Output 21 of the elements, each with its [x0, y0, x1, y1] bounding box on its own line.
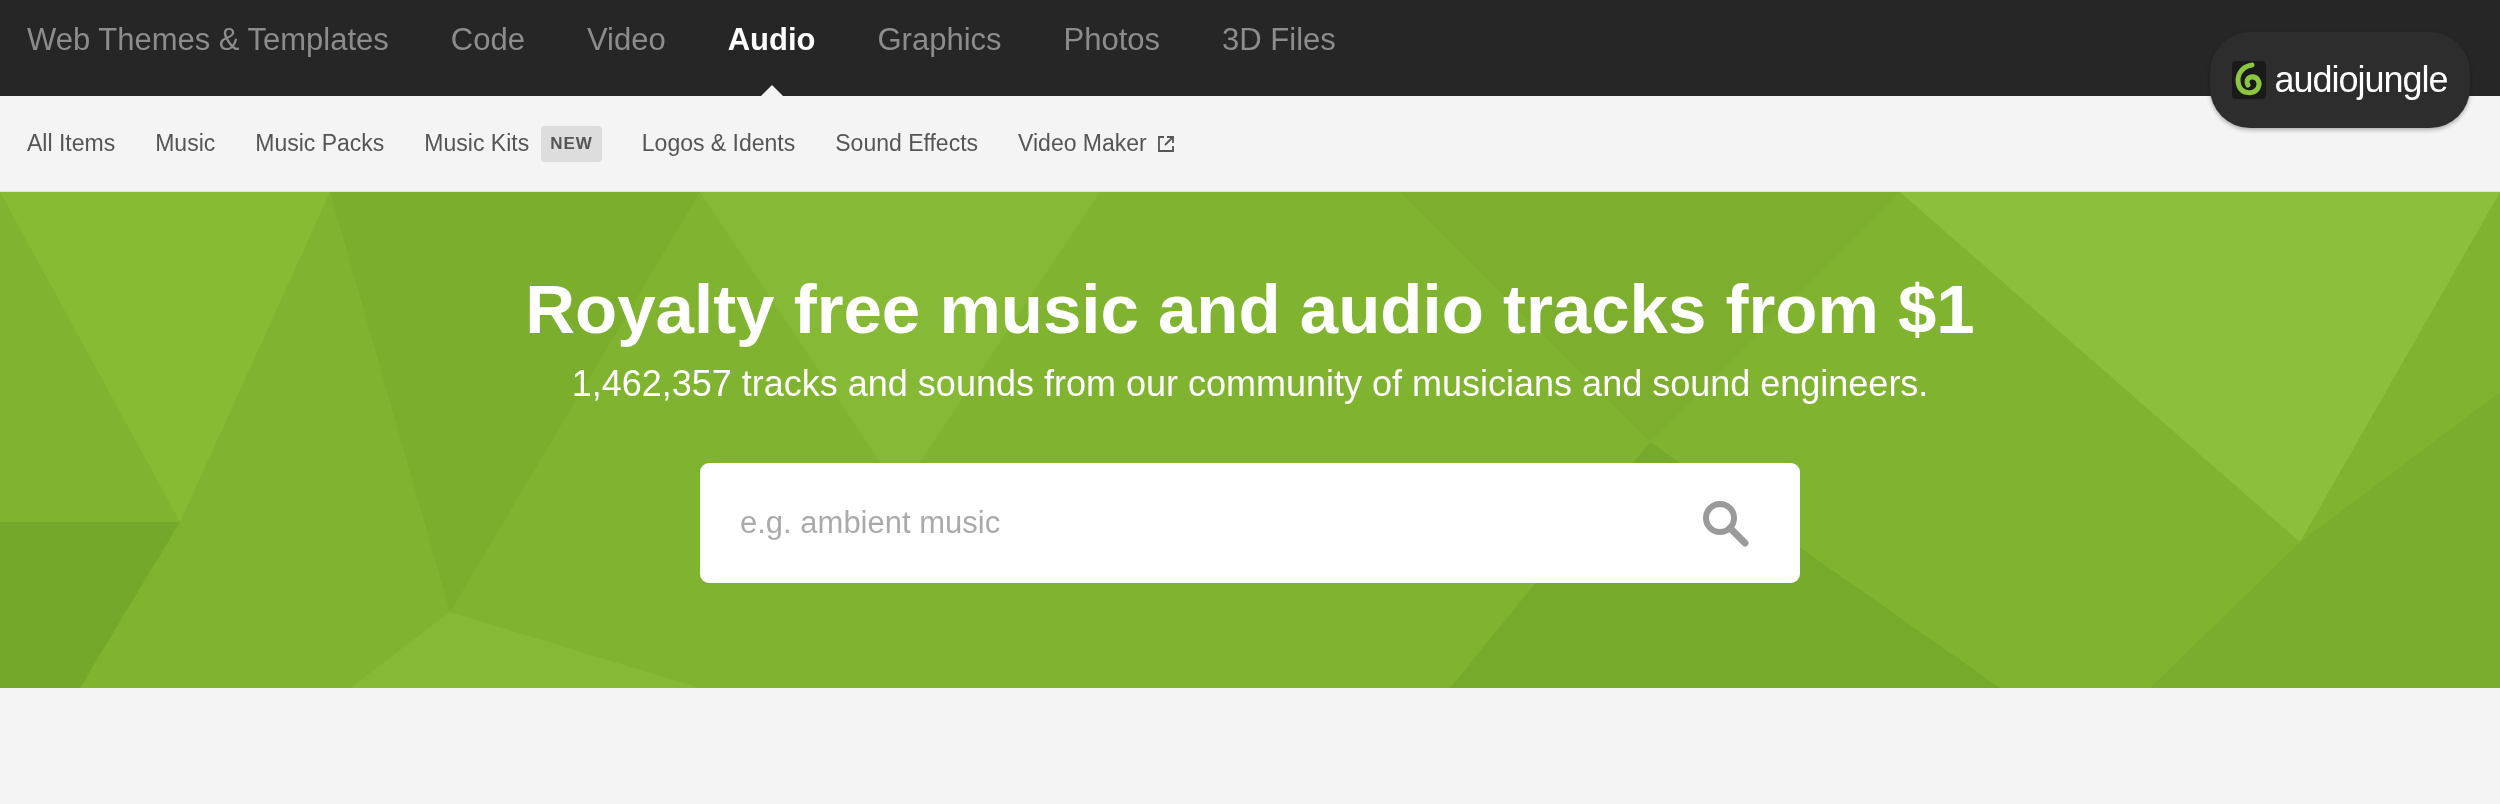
search-field[interactable]: e.g. ambient music: [700, 463, 1800, 583]
category-tab[interactable]: Photos: [1063, 0, 1161, 96]
subcategory-link[interactable]: Music Packs: [255, 130, 385, 157]
logo-badge[interactable]: audiojungle: [2210, 32, 2470, 128]
subcategory-link[interactable]: Video Maker: [1018, 130, 1147, 157]
hero-headline: Royalty free music and audio tracks from $1: [525, 270, 1975, 349]
category-tab[interactable]: Video: [586, 0, 666, 96]
subcategory-link[interactable]: Music Kits: [424, 130, 530, 157]
subcategory-link[interactable]: Logos & Idents: [641, 130, 796, 157]
subcategory-link[interactable]: All Items: [27, 130, 116, 157]
category-tab[interactable]: Graphics: [877, 0, 1002, 96]
search-icon[interactable]: [1700, 498, 1750, 548]
subcategory-link[interactable]: Music: [155, 130, 216, 157]
hero-subtitle: 1,462,357 tracks and sounds from our community of musicians and sound engineers.: [571, 363, 1929, 405]
logo-wordmark: audiojungle: [2274, 59, 2448, 101]
category-tab[interactable]: Web Themes & Templates: [27, 0, 389, 96]
category-tab[interactable]: 3D Files: [1222, 0, 1336, 96]
category-tab[interactable]: Code: [450, 0, 525, 96]
subcategory-link[interactable]: Sound Effects: [835, 130, 979, 157]
swirl-logo-icon: [2232, 61, 2267, 99]
new-badge: NEW: [541, 125, 602, 162]
